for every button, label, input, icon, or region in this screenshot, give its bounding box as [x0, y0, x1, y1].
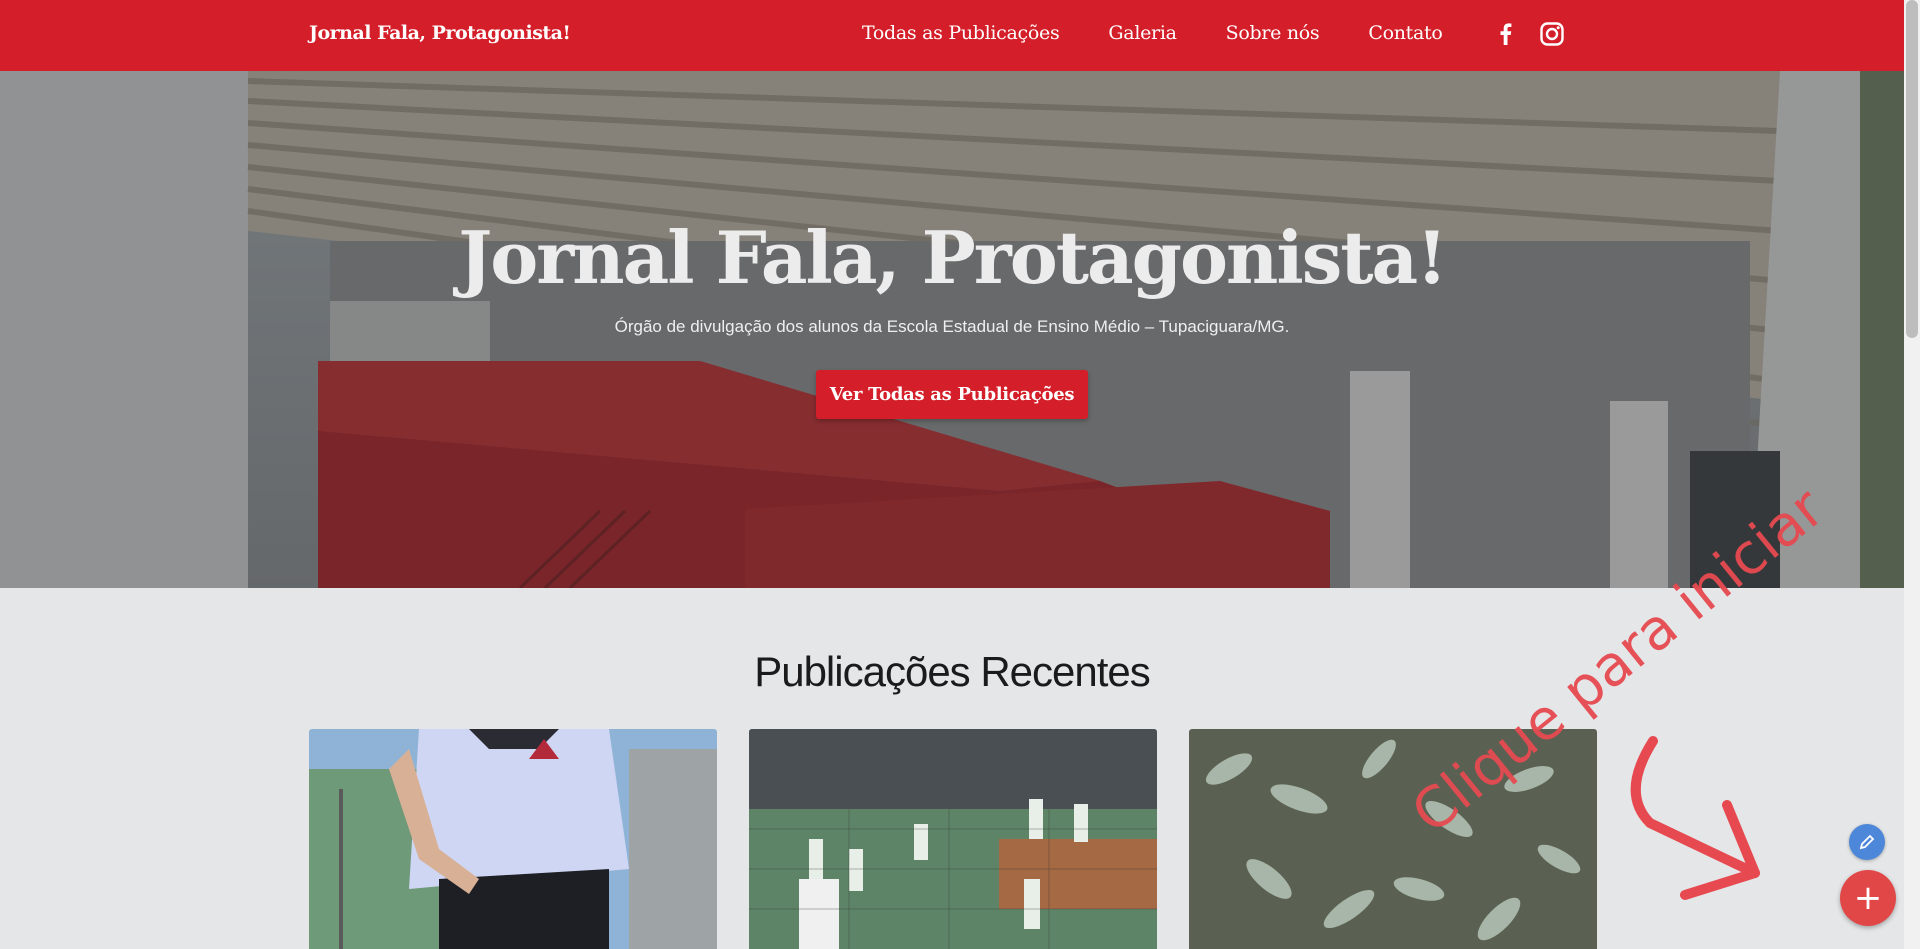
instagram-icon[interactable] [1539, 21, 1565, 47]
nav-link-about[interactable]: Sobre nós [1226, 22, 1320, 44]
hero-section: Jornal Fala, Protagonista! Órgão de divu… [0, 71, 1904, 588]
futsal-match-photo [749, 729, 1157, 949]
publication-card[interactable] [749, 729, 1157, 949]
hint-arrow-icon [1630, 736, 1760, 900]
add-block-button[interactable]: + [1840, 870, 1896, 926]
student-uniform-photo [309, 729, 717, 949]
hero-subtitle: Órgão de divulgação dos alunos da Escola… [614, 317, 1290, 336]
facebook-icon[interactable] [1493, 21, 1519, 47]
top-navbar: Jornal Fala, Protagonista! Todas as Publ… [0, 0, 1904, 71]
brand-link[interactable]: Jornal Fala, Protagonista! [309, 22, 571, 44]
scrollbar-thumb[interactable] [1906, 0, 1918, 338]
publication-card[interactable] [309, 729, 717, 949]
pencil-icon [1859, 834, 1875, 850]
nav-link-all-publications[interactable]: Todas as Publicações [862, 22, 1060, 44]
nav-link-gallery[interactable]: Galeria [1108, 22, 1177, 44]
nav-link-contact[interactable]: Contato [1368, 22, 1442, 44]
nav-links: Todas as Publicações Galeria Sobre nós C… [862, 22, 1492, 44]
edit-button[interactable] [1849, 824, 1885, 860]
hero-title: Jornal Fala, Protagonista! [458, 215, 1448, 300]
view-all-publications-button[interactable]: Ver Todas as Publicações [816, 370, 1088, 419]
